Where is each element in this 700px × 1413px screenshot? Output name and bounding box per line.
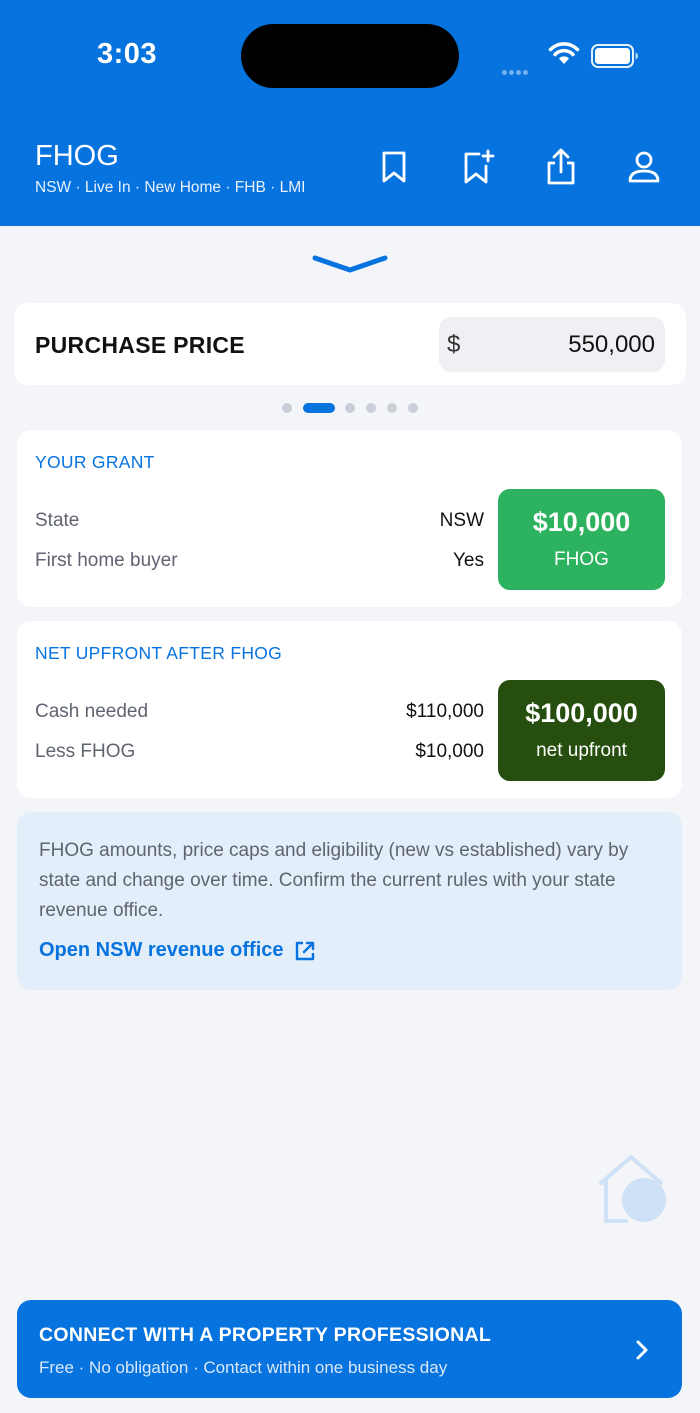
badge-amount: $100,000 (525, 698, 638, 728)
page-dot[interactable] (345, 403, 355, 413)
info-text: FHOG amounts, price caps and eligibility… (39, 840, 629, 921)
grant-amount-badge: $10,000 FHOG (498, 489, 665, 590)
dynamic-island (241, 24, 459, 88)
net-upfront-badge: $100,000 net upfront (498, 680, 665, 781)
currency-symbol: $ (447, 331, 461, 358)
revenue-office-link[interactable]: Open NSW revenue office (39, 939, 316, 962)
purchase-price-card: PURCHASE PRICE $ (14, 303, 686, 385)
row-value: NSW (439, 510, 484, 531)
row-label: First home buyer (35, 550, 178, 571)
purchase-price-input[interactable] (479, 317, 655, 372)
account-icon[interactable] (626, 148, 662, 186)
battery-icon (591, 44, 638, 68)
wifi-icon (548, 42, 580, 64)
collapse-chevron-icon[interactable] (310, 252, 390, 276)
row-label: Less FHOG (35, 741, 136, 762)
status-time: 3:03 (97, 38, 158, 70)
net-upfront-card: NET UPFRONT AFTER FHOG Cash needed $110,… (17, 621, 682, 798)
page-subtitle: NSW · Live In · New Home · FHB · LMI (35, 179, 306, 196)
cta-title: CONNECT WITH A PROPERTY PROFESSIONAL (39, 1324, 492, 1346)
page-dot[interactable] (387, 403, 397, 413)
badge-amount: $10,000 (532, 507, 631, 537)
row-value: Yes (453, 550, 484, 571)
row-label: State (35, 510, 80, 531)
house-logo-icon (599, 1155, 666, 1223)
row-label: Cash needed (35, 701, 149, 722)
purchase-price-label: PURCHASE PRICE (35, 332, 245, 358)
app-header: 3:03 FHOG NSW · Live In · New Home · FHB… (0, 0, 700, 226)
page-dot[interactable] (366, 403, 376, 413)
chevron-right-icon (636, 1340, 648, 1360)
connect-professional-button[interactable]: CONNECT WITH A PROPERTY PROFESSIONAL Fre… (17, 1300, 682, 1398)
bookmark-icon[interactable] (376, 148, 412, 186)
row-value: $110,000 (406, 701, 484, 722)
section-title: YOUR GRANT (35, 452, 155, 472)
page-dot[interactable] (408, 403, 418, 413)
cellular-signal-icon (502, 62, 530, 80)
page-dot-active[interactable] (303, 403, 335, 413)
page-title: FHOG (35, 140, 119, 172)
purchase-price-field[interactable]: $ (439, 317, 665, 372)
grant-card: YOUR GRANT State NSW First home buyer Ye… (17, 430, 682, 607)
link-label: Open NSW revenue office (39, 939, 284, 961)
section-title: NET UPFRONT AFTER FHOG (35, 643, 283, 663)
share-icon[interactable] (543, 148, 579, 186)
info-panel: FHOG amounts, price caps and eligibility… (17, 812, 682, 990)
cta-subtitle: Free · No obligation · Contact within on… (39, 1358, 448, 1377)
badge-caption: net upfront (536, 740, 627, 761)
bookmark-add-icon[interactable] (460, 148, 496, 186)
row-value: $10,000 (415, 741, 484, 762)
badge-caption: FHOG (554, 549, 609, 570)
page-dot[interactable] (282, 403, 292, 413)
external-link-icon (295, 941, 314, 960)
